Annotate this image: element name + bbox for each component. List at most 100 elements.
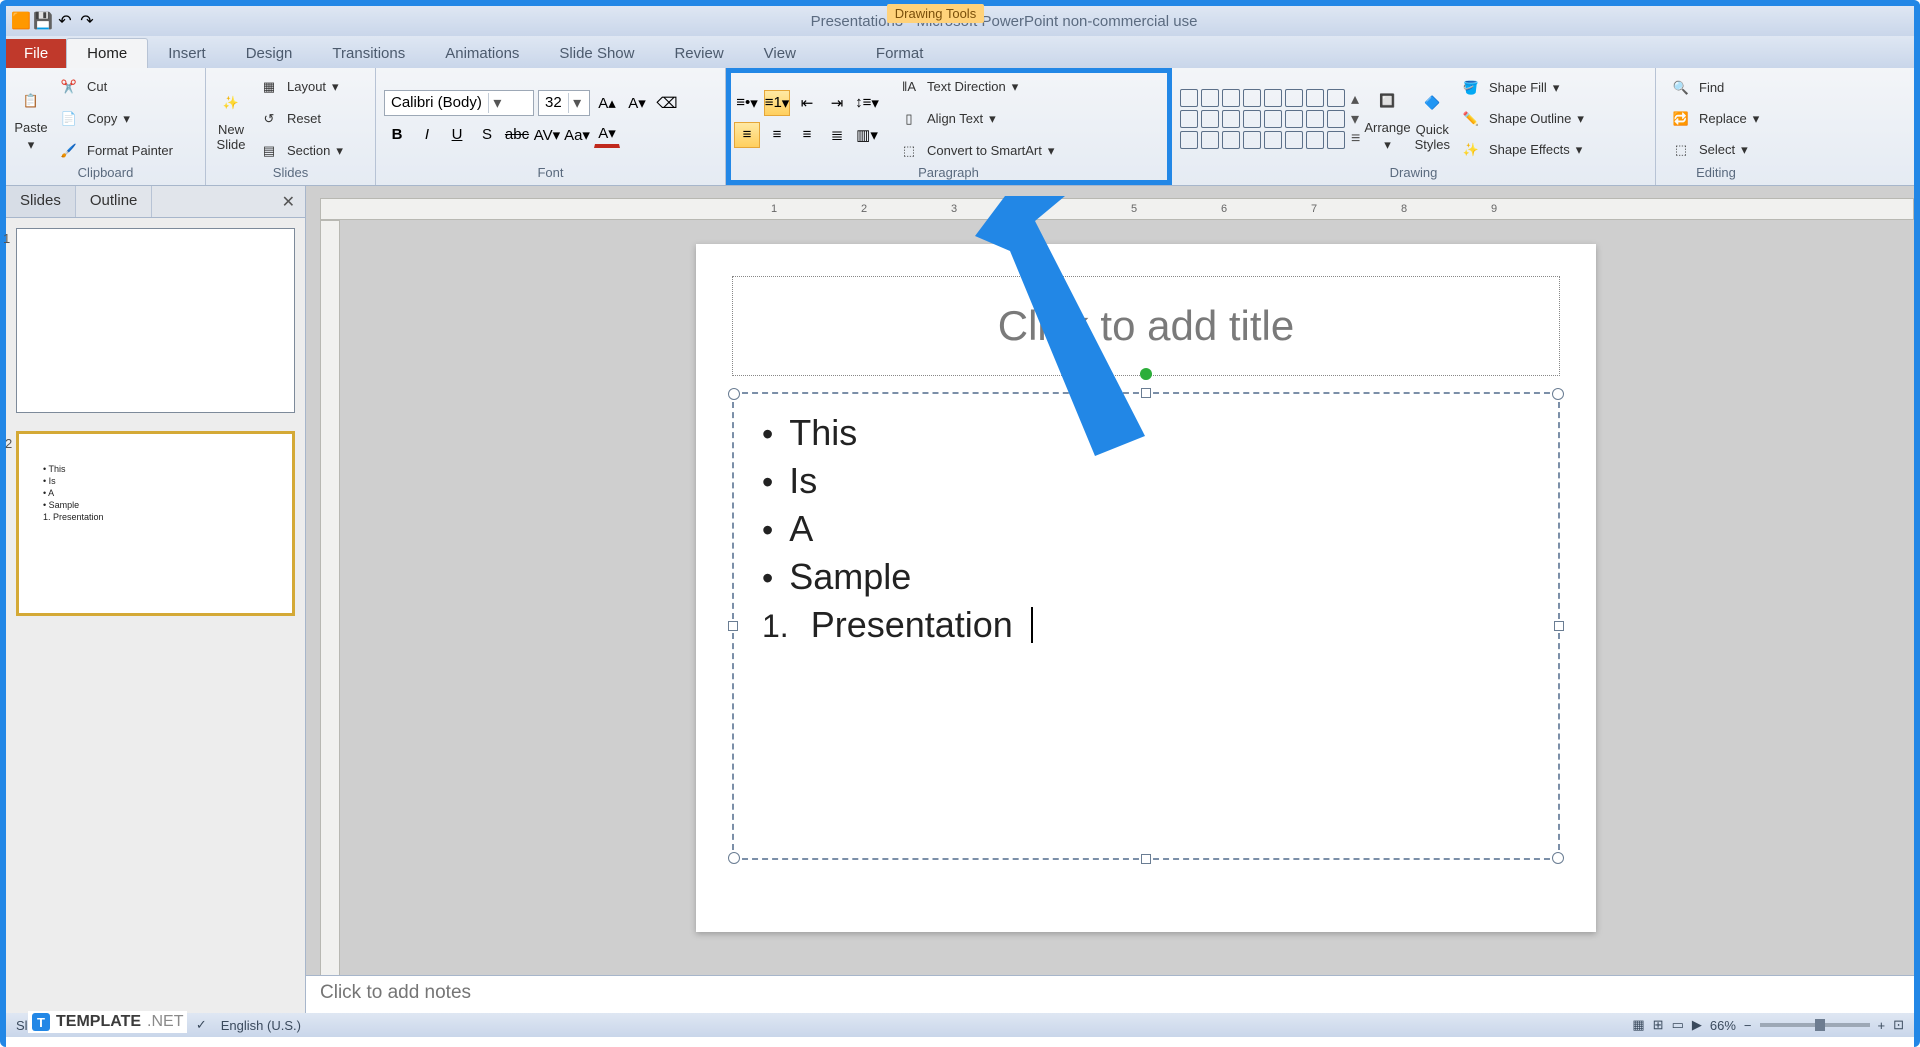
char-spacing-button[interactable]: AV▾: [534, 122, 560, 148]
select-button[interactable]: ⬚Select ▾: [1664, 136, 1764, 164]
slides-tab[interactable]: Slides: [6, 186, 76, 217]
line-spacing-button[interactable]: ↕≡▾: [854, 90, 880, 116]
chevron-down-icon: ▾: [123, 111, 130, 127]
cut-label: Cut: [87, 79, 107, 94]
shrink-font-button[interactable]: A▾: [624, 90, 650, 116]
clear-format-button[interactable]: ⌫: [654, 90, 680, 116]
align-center-button[interactable]: ≡: [764, 122, 790, 148]
resize-handle[interactable]: [728, 388, 740, 400]
layout-button[interactable]: ▦Layout▾: [252, 73, 348, 101]
grow-font-icon: A▴: [598, 94, 616, 112]
align-left-button[interactable]: ≡: [734, 122, 760, 148]
tab-animations[interactable]: Animations: [425, 39, 539, 68]
slide-canvas[interactable]: Click to add title This Is A Sample Pres…: [696, 244, 1596, 932]
resize-handle[interactable]: [728, 852, 740, 864]
fill-icon: 🪣: [1459, 76, 1483, 100]
tab-insert[interactable]: Insert: [148, 39, 226, 68]
convert-smartart-button[interactable]: ⬚Convert to SmartArt ▾: [892, 137, 1059, 165]
format-painter-button[interactable]: 🖌️Format Painter: [52, 137, 178, 165]
paste-button[interactable]: 📋 Paste ▾: [14, 84, 48, 153]
rotate-handle[interactable]: [1140, 368, 1152, 380]
justify-button[interactable]: ≣: [824, 122, 850, 148]
new-slide-button[interactable]: ✨ New Slide: [214, 86, 248, 152]
content-placeholder[interactable]: This Is A Sample Presentation: [732, 392, 1560, 860]
columns-button[interactable]: ▥▾: [854, 122, 880, 148]
resize-handle[interactable]: [1141, 854, 1151, 864]
ruler-tick: 8: [1401, 199, 1407, 219]
decrease-indent-button[interactable]: ⇤: [794, 90, 820, 116]
resize-handle[interactable]: [1141, 388, 1151, 398]
align-text-button[interactable]: ▯Align Text ▾: [892, 105, 1059, 133]
slide-thumbnail-1[interactable]: 1: [16, 228, 295, 413]
group-label: Drawing: [1180, 165, 1647, 183]
reset-button[interactable]: ↺Reset: [252, 105, 348, 133]
cut-button[interactable]: ✂️Cut: [52, 73, 178, 101]
gallery-scroll[interactable]: ▴▾≡: [1351, 89, 1360, 149]
normal-view-button[interactable]: ▦: [1632, 1017, 1644, 1033]
eraser-icon: ⌫: [656, 94, 677, 112]
save-icon[interactable]: 💾: [34, 12, 52, 30]
zoom-slider[interactable]: [1760, 1023, 1870, 1027]
tab-format[interactable]: Format: [856, 39, 944, 68]
increase-indent-button[interactable]: ⇥: [824, 90, 850, 116]
replace-button[interactable]: 🔁Replace ▾: [1664, 105, 1764, 133]
ruler-tick: 6: [1221, 199, 1227, 219]
tab-review[interactable]: Review: [654, 39, 743, 68]
font-color-button[interactable]: A▾: [594, 122, 620, 148]
bold-button[interactable]: B: [384, 122, 410, 148]
tab-design[interactable]: Design: [226, 39, 313, 68]
slide-thumbnail-2[interactable]: 2 • This • Is • A • Sample 1. Presentati…: [16, 431, 295, 616]
undo-icon[interactable]: ↶: [56, 12, 74, 30]
outline-tab[interactable]: Outline: [76, 186, 153, 217]
shadow-button[interactable]: S: [474, 122, 500, 148]
title-placeholder[interactable]: Click to add title: [732, 276, 1560, 376]
font-name-combo[interactable]: Calibri (Body)▾: [384, 90, 534, 116]
status-language[interactable]: English (U.S.): [221, 1018, 301, 1033]
align-right-button[interactable]: ≡: [794, 122, 820, 148]
notes-pane[interactable]: Click to add notes: [306, 975, 1914, 1013]
horizontal-ruler[interactable]: 1 2 3 4 5 6 7 8 9: [320, 198, 1914, 220]
find-label: Find: [1699, 80, 1724, 95]
strike-button[interactable]: abc: [504, 122, 530, 148]
italic-button[interactable]: I: [414, 122, 440, 148]
zoom-in-button[interactable]: +: [1878, 1018, 1886, 1033]
tab-transitions[interactable]: Transitions: [312, 39, 425, 68]
change-case-button[interactable]: Aa▾: [564, 122, 590, 148]
arrange-button[interactable]: 🔲Arrange▾: [1364, 84, 1410, 153]
resize-handle[interactable]: [1552, 852, 1564, 864]
text-direction-button[interactable]: ‖AText Direction ▾: [892, 73, 1059, 101]
section-button[interactable]: ▤Section▾: [252, 137, 348, 165]
resize-handle[interactable]: [1554, 621, 1564, 631]
tab-view[interactable]: View: [744, 39, 816, 68]
find-button[interactable]: 🔍Find: [1664, 74, 1764, 102]
bullets-button[interactable]: ≡•▾: [734, 90, 760, 116]
font-size-combo[interactable]: 32▾: [538, 90, 590, 116]
shape-fill-button[interactable]: 🪣Shape Fill ▾: [1454, 74, 1589, 102]
fit-to-window-button[interactable]: ⊡: [1893, 1017, 1904, 1033]
tab-file[interactable]: File: [6, 39, 66, 68]
redo-icon[interactable]: ↷: [78, 12, 96, 30]
tab-home[interactable]: Home: [66, 38, 148, 68]
contextual-tab-drawing-tools[interactable]: Drawing Tools: [887, 4, 984, 23]
grow-font-button[interactable]: A▴: [594, 90, 620, 116]
vertical-ruler[interactable]: [320, 220, 340, 983]
shapes-gallery[interactable]: [1180, 89, 1345, 149]
shape-effects-button[interactable]: ✨Shape Effects ▾: [1454, 136, 1589, 164]
reading-view-button[interactable]: ▭: [1672, 1017, 1684, 1033]
tab-slideshow[interactable]: Slide Show: [539, 39, 654, 68]
shape-outline-button[interactable]: ✏️Shape Outline ▾: [1454, 105, 1589, 133]
ribbon-tabs: File Home Insert Design Transitions Anim…: [6, 36, 1914, 68]
zoom-out-button[interactable]: −: [1744, 1018, 1752, 1033]
numbering-button[interactable]: ≡1▾: [764, 90, 790, 116]
resize-handle[interactable]: [728, 621, 738, 631]
sorter-view-button[interactable]: ⊞: [1653, 1017, 1664, 1033]
slideshow-view-button[interactable]: ▶: [1692, 1017, 1702, 1033]
copy-button[interactable]: 📄Copy ▾: [52, 105, 178, 133]
resize-handle[interactable]: [1552, 388, 1564, 400]
spell-check-icon[interactable]: ✓: [196, 1017, 207, 1033]
format-painter-label: Format Painter: [87, 143, 173, 158]
underline-button[interactable]: U: [444, 122, 470, 148]
close-panel-button[interactable]: ✕: [272, 186, 305, 217]
copy-label: Copy: [87, 111, 117, 126]
quick-styles-button[interactable]: 🔷Quick Styles: [1415, 86, 1450, 152]
